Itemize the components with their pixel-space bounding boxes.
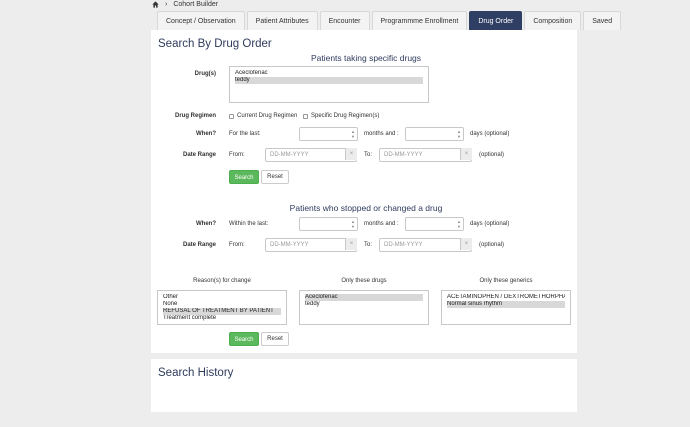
months-input[interactable]: ▲ ▼ bbox=[299, 127, 358, 141]
to-label: To: bbox=[364, 242, 373, 248]
drug-option[interactable]: teddy bbox=[235, 77, 423, 84]
drug-option[interactable]: Aceclofenac bbox=[235, 70, 423, 77]
stopped-drugs-heading: Patients who stopped or changed a drug bbox=[289, 203, 443, 213]
reason-option[interactable]: Treatment complete bbox=[163, 315, 281, 322]
to-date-clear-wrap: × bbox=[460, 148, 472, 162]
tab-concept-observation[interactable]: Concept / Observation bbox=[157, 11, 245, 30]
clear-icon[interactable]: × bbox=[345, 238, 357, 250]
reason-option[interactable]: REFUSAL OF TREATMENT BY PATIENT bbox=[163, 308, 281, 315]
from-label: From: bbox=[229, 152, 245, 158]
clear-icon[interactable]: × bbox=[460, 238, 472, 250]
reasons-select[interactable]: Other None REFUSAL OF TREATMENT BY PATIE… bbox=[157, 290, 287, 325]
drug-regimen-label: Drug Regimen bbox=[174, 113, 216, 119]
reset-button[interactable]: Reset bbox=[261, 170, 289, 184]
search-button[interactable]: Search bbox=[229, 170, 259, 184]
tab-drug-order[interactable]: Drug Order bbox=[469, 11, 523, 30]
optional-label: (optional) bbox=[479, 242, 505, 248]
generic-option[interactable]: Normal sinus rhythm bbox=[447, 301, 565, 308]
months-and-label: months and : bbox=[364, 131, 399, 137]
breadcrumb-current: Cohort Builder bbox=[173, 0, 219, 8]
days-input[interactable]: ▲ ▼ bbox=[405, 127, 464, 141]
stepper-icon[interactable]: ▲ ▼ bbox=[351, 129, 355, 139]
reason-option[interactable]: Other bbox=[163, 294, 281, 301]
specific-drugs-heading: Patients taking specific drugs bbox=[310, 53, 422, 63]
reasons-heading: Reason(s) for change bbox=[193, 278, 251, 284]
to-label: To: bbox=[364, 152, 373, 158]
from-date-input[interactable]: DD-MM-YYYY bbox=[265, 238, 357, 252]
only-generics-heading: Only these generics bbox=[479, 278, 533, 284]
when-label: When? bbox=[196, 221, 216, 227]
search-button[interactable]: Search bbox=[229, 332, 259, 346]
to-date-input[interactable]: DD-MM-YYYY bbox=[379, 238, 472, 252]
when-label: When? bbox=[196, 131, 216, 137]
from-date-input[interactable]: DD-MM-YYYY bbox=[265, 148, 357, 162]
reset-button[interactable]: Reset bbox=[261, 332, 289, 346]
breadcrumb: › Cohort Builder bbox=[152, 0, 218, 8]
tab-saved[interactable]: Saved bbox=[583, 11, 622, 30]
specific-regimen-label: Specific Drug Regimen(s) bbox=[311, 113, 380, 119]
only-drugs-select[interactable]: Aceclofenac teddy bbox=[299, 290, 429, 325]
search-history-title: Search History bbox=[158, 367, 234, 379]
drugs-select[interactable]: Aceclofenac teddy bbox=[229, 66, 429, 103]
stepper-icon[interactable]: ▲ ▼ bbox=[351, 219, 355, 229]
for-last-label: For the last: bbox=[229, 131, 261, 137]
only-drugs-heading: Only these drugs bbox=[341, 278, 387, 284]
drug-option[interactable]: Aceclofenac bbox=[305, 294, 423, 301]
from-date-clear-wrap: × bbox=[345, 238, 357, 252]
stepper-icon[interactable]: ▲ ▼ bbox=[457, 219, 461, 229]
current-regimen-checkbox[interactable] bbox=[229, 114, 234, 119]
home-icon[interactable] bbox=[152, 0, 159, 8]
months-and-label: months and : bbox=[364, 221, 399, 227]
only-generics-select[interactable]: ACETAMINOPHEN / DEXTROMETHORPHAN Normal … bbox=[441, 290, 571, 325]
tab-bar: Concept / Observation Patient Attributes… bbox=[157, 11, 622, 30]
tab-encounter[interactable]: Encounter bbox=[319, 11, 370, 30]
from-label: From: bbox=[229, 242, 245, 248]
days-optional-label: days (optional) bbox=[470, 131, 510, 137]
generic-option[interactable]: ACETAMINOPHEN / DEXTROMETHORPHAN bbox=[447, 294, 565, 301]
from-date-clear-wrap: × bbox=[345, 148, 357, 162]
tab-programme-enrollment[interactable]: Programmme Enrollment bbox=[371, 11, 468, 30]
date-range-label: Date Range bbox=[182, 152, 216, 158]
date-range-label: Date Range bbox=[182, 242, 216, 248]
days-optional-label: days (optional) bbox=[470, 221, 510, 227]
drugs-label: Drug(s) bbox=[194, 71, 216, 77]
breadcrumb-separator: › bbox=[165, 0, 168, 8]
optional-label: (optional) bbox=[479, 152, 505, 158]
reason-option[interactable]: None bbox=[163, 301, 281, 308]
page-title: Search By Drug Order bbox=[158, 38, 272, 50]
drug-option[interactable]: teddy bbox=[305, 301, 423, 308]
days-input[interactable]: ▲ ▼ bbox=[405, 217, 464, 231]
months-input[interactable]: ▲ ▼ bbox=[299, 217, 358, 231]
to-date-clear-wrap: × bbox=[460, 238, 472, 252]
specific-regimen-checkbox[interactable] bbox=[303, 114, 308, 119]
within-last-label: Within the last: bbox=[229, 221, 269, 227]
clear-icon[interactable]: × bbox=[460, 148, 472, 160]
to-date-input[interactable]: DD-MM-YYYY bbox=[379, 148, 472, 162]
clear-icon[interactable]: × bbox=[345, 148, 357, 160]
tab-patient-attributes[interactable]: Patient Attributes bbox=[246, 11, 318, 30]
tab-composition[interactable]: Composition bbox=[524, 11, 582, 30]
stepper-icon[interactable]: ▲ ▼ bbox=[457, 129, 461, 139]
current-regimen-label: Current Drug Regimen bbox=[237, 113, 298, 119]
